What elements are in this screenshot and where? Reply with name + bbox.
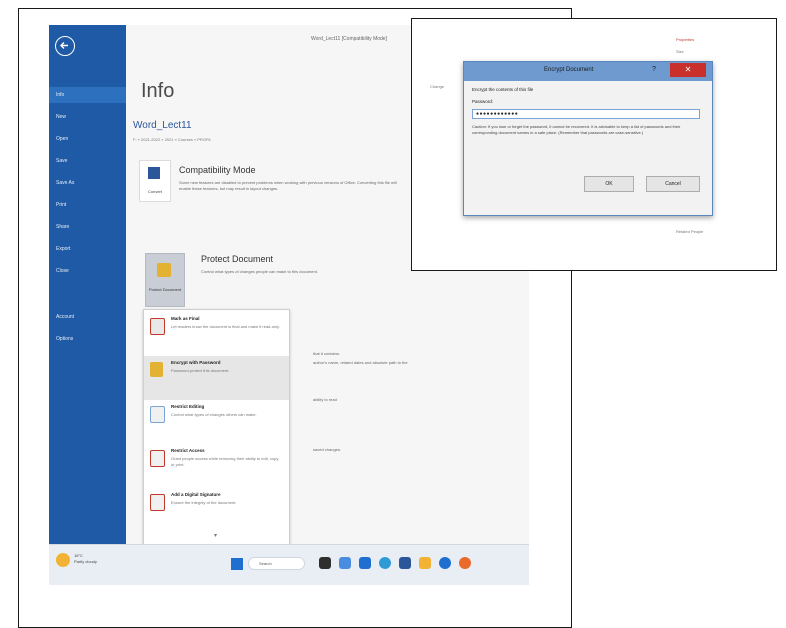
menu-item-restrict-access[interactable]: Restrict Access Grant people access whil… (144, 444, 289, 488)
protect-document-button[interactable]: Protect Document (145, 253, 185, 307)
compat-desc: Some new features are disabled to preven… (179, 180, 397, 191)
store-icon[interactable] (419, 557, 431, 569)
edge-icon[interactable] (379, 557, 391, 569)
caution-text: Caution: If you lose or forget the passw… (472, 124, 681, 135)
versions-text: saved changes. (313, 447, 342, 452)
menu-item-desc: Grant people access while removing their… (171, 456, 280, 467)
dialog-heading: Encrypt the contents of this file (472, 87, 534, 92)
cancel-button[interactable]: Cancel (646, 176, 700, 192)
related-people-label: Related People (676, 229, 704, 234)
protect-dropdown-menu: Mark as Final Let readers know the docum… (143, 309, 290, 546)
start-icon[interactable] (231, 558, 243, 570)
dialog-title: Encrypt Document (544, 67, 594, 73)
menu-item-desc: Password-protect this document. (171, 368, 230, 373)
lock-icon (157, 263, 171, 277)
compat-title: Compatibility Mode (179, 165, 256, 175)
encrypt-dialog-zoom: Properties Size Change Related People En… (411, 18, 777, 271)
taskbar: 18°C Partly cloudy Search (49, 544, 529, 585)
window-title: Word_Lect11 [Compatibility Mode] (311, 36, 387, 42)
signature-icon (150, 494, 165, 511)
protect-title: Protect Document (201, 254, 274, 264)
chat-icon[interactable] (339, 557, 351, 569)
menu-item-title: Restrict Editing (171, 404, 205, 409)
menu-item-mark-as-final[interactable]: Mark as Final Let readers know the docum… (144, 312, 289, 356)
weather-widget[interactable]: 18°C Partly cloudy (74, 553, 97, 565)
document-path[interactable]: F: » 2021-2022 » 2021 » Courses » PROF6 (133, 137, 211, 142)
menu-item-add-digital-signature[interactable]: Add a Digital Signature Ensure the integ… (144, 488, 289, 532)
protect-button-label: Protect Document (148, 287, 181, 292)
ok-button[interactable]: OK (584, 176, 634, 192)
mail-icon[interactable] (439, 557, 451, 569)
backstage-sidebar: Info New Open Save Save As Print Share E… (49, 25, 126, 544)
file-explorer-icon[interactable] (359, 557, 371, 569)
final-doc-icon (150, 318, 165, 335)
inspect-desc: author's name, related dates and absolut… (313, 360, 408, 365)
sidebar-item-close[interactable]: Close (49, 263, 126, 279)
page-title: Info (141, 80, 175, 102)
convert-icon (148, 167, 160, 179)
change-label: Change (430, 84, 445, 89)
accessibility-text: ability to read (313, 397, 337, 402)
menu-item-title: Encrypt with Password (171, 360, 221, 365)
restrict-editing-icon (150, 406, 165, 423)
weather-icon[interactable] (56, 553, 70, 567)
back-button[interactable] (55, 36, 75, 56)
menu-item-title: Mark as Final (171, 316, 200, 321)
task-view-icon[interactable] (319, 557, 331, 569)
lock-key-icon (150, 362, 163, 377)
search-label: Search (259, 561, 272, 566)
sidebar-item-export[interactable]: Export (49, 241, 126, 257)
sidebar-item-info[interactable]: Info (49, 87, 126, 103)
taskbar-search[interactable]: Search (248, 557, 305, 570)
encrypt-document-dialog: Encrypt Document ? ✕ Encrypt the content… (463, 61, 713, 216)
sidebar-item-options[interactable]: Options (49, 331, 126, 347)
close-icon[interactable]: ✕ (670, 63, 706, 77)
convert-button[interactable]: Convert (139, 160, 171, 202)
dialog-titlebar: Encrypt Document ? ✕ (464, 62, 712, 81)
menu-item-encrypt-with-password[interactable]: Encrypt with Password Password-protect t… (144, 356, 289, 400)
convert-button-label: Convert (147, 189, 162, 194)
protect-desc: Control what types of changes people can… (201, 269, 318, 274)
properties-label: Properties (676, 37, 695, 42)
menu-item-desc: Let readers know the document is final a… (171, 324, 280, 329)
word-icon[interactable] (399, 557, 411, 569)
weather-desc: Partly cloudy (74, 559, 97, 564)
password-label: Password: (472, 99, 494, 104)
document-name: Word_Lect11 (133, 120, 192, 131)
menu-item-restrict-editing[interactable]: Restrict Editing Control what types of c… (144, 400, 289, 444)
restrict-access-icon (150, 450, 165, 467)
sidebar-item-print[interactable]: Print (49, 197, 126, 213)
sidebar-item-share[interactable]: Share (49, 219, 126, 235)
sidebar-item-new[interactable]: New (49, 109, 126, 125)
sidebar-item-account[interactable]: Account (49, 309, 126, 325)
menu-item-desc: Ensure the integrity of the document. (171, 500, 237, 505)
back-arrow-icon (60, 42, 68, 49)
menu-item-desc: Control what types of changes others can… (171, 412, 257, 417)
sidebar-item-open[interactable]: Open (49, 131, 126, 147)
inspect-text: that it contains: (313, 351, 340, 356)
sidebar-item-save[interactable]: Save (49, 153, 126, 169)
scroll-down-icon[interactable]: ▾ (214, 532, 217, 539)
size-label: Size (676, 49, 684, 54)
firefox-icon[interactable] (459, 557, 471, 569)
sidebar-item-save-as[interactable]: Save As (49, 175, 126, 191)
menu-item-title: Add a Digital Signature (171, 492, 221, 497)
help-icon[interactable]: ? (652, 66, 656, 73)
menu-item-title: Restrict Access (171, 448, 205, 453)
password-field[interactable]: ●●●●●●●●●●●● (472, 109, 700, 119)
